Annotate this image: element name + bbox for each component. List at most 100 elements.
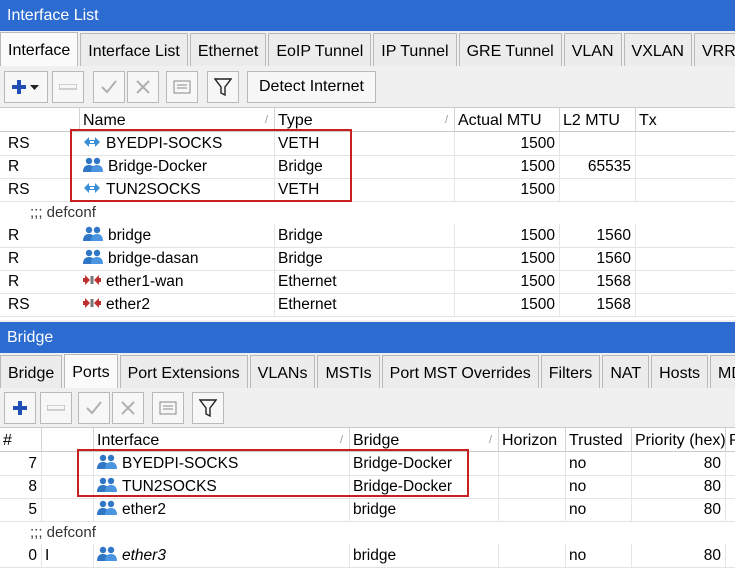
row-l2-mtu: 1568 (560, 293, 636, 316)
row-type: Bridge (275, 224, 455, 247)
row-number: 8 (0, 475, 42, 498)
ethernet-icon (83, 298, 101, 309)
comment-button[interactable] (152, 392, 184, 424)
tab-interface[interactable]: Interface (0, 32, 79, 66)
bridge-icon (83, 158, 103, 173)
row-l2-mtu: 1568 (560, 270, 636, 293)
add-dropdown-button[interactable] (4, 71, 48, 103)
row-priority: 80 (632, 498, 726, 521)
tab-mstis[interactable]: MSTIs (317, 355, 380, 388)
comment-button[interactable] (166, 71, 198, 103)
row-interface-text: BYEDPI-SOCKS (122, 455, 239, 472)
table-row[interactable]: RS BYEDPI-SOCKS VETH 1500 (0, 132, 735, 156)
row-priority: 80 (632, 475, 726, 498)
col-horizon[interactable]: Horizon (499, 428, 566, 451)
bridge-icon (83, 250, 103, 265)
enable-button[interactable] (93, 71, 125, 103)
table-row[interactable]: 0 Iether3 bridge no 80 (0, 544, 735, 568)
cross-icon (136, 80, 150, 94)
tab-filters[interactable]: Filters (540, 355, 601, 388)
sort-icon: / (444, 114, 448, 126)
table-row[interactable]: Rbridge Bridge 1500 1560 (0, 224, 735, 248)
tab-vxlan[interactable]: VXLAN (623, 33, 692, 66)
table-row[interactable]: R Bridge-Docker Bridge 1500 65535 (0, 155, 735, 179)
col-l2-mtu[interactable]: L2 MTU (560, 108, 636, 131)
remove-button[interactable] (40, 392, 72, 424)
col-interface[interactable]: Interface / (94, 428, 350, 451)
table-row[interactable]: RS TUN2SOCKS VETH 1500 (0, 178, 735, 202)
col-bridge[interactable]: Bridge / (350, 428, 499, 451)
col-priority[interactable]: Priority (hex) (632, 428, 726, 451)
tab-ports[interactable]: Ports (64, 354, 118, 388)
remove-button[interactable] (52, 71, 84, 103)
tab-ip-tunnel[interactable]: IP Tunnel (373, 33, 457, 66)
row-number: 0 (0, 544, 42, 567)
col-tx[interactable]: Tx (636, 108, 735, 131)
ethernet-icon (83, 275, 101, 286)
row-flags: R (8, 158, 20, 175)
row-actual-mtu: 1500 (455, 132, 560, 155)
tab-mdb[interactable]: MDB (710, 355, 735, 388)
enable-button[interactable] (78, 392, 110, 424)
add-button[interactable] (4, 392, 36, 424)
window-title: Interface List (0, 0, 735, 31)
tab-bridge[interactable]: Bridge (0, 355, 63, 388)
col-type[interactable]: Type / (275, 108, 455, 131)
row-bridge: Bridge-Docker (350, 452, 499, 475)
row-tx (636, 270, 735, 293)
veth-icon (84, 137, 100, 148)
row-actual-mtu: 1500 (455, 293, 560, 316)
filter-button[interactable] (207, 71, 239, 103)
tab-interface-list[interactable]: Interface List (80, 33, 188, 66)
comment-icon (173, 80, 191, 94)
filter-icon (214, 78, 232, 96)
row-p (726, 475, 735, 498)
filter-button[interactable] (192, 392, 224, 424)
table-row[interactable]: 5 ether2 bridge no 80 (0, 498, 735, 522)
row-interface: ether2 (94, 498, 350, 521)
row-tx (636, 178, 735, 201)
tab-port-extensions[interactable]: Port Extensions (119, 355, 248, 388)
disable-button[interactable] (127, 71, 159, 103)
row-interface: BYEDPI-SOCKS (94, 452, 350, 475)
tab-vrr[interactable]: VRR (693, 33, 735, 66)
detect-internet-button[interactable]: Detect Internet (247, 71, 376, 103)
row-trusted: no (566, 452, 632, 475)
check-icon (86, 401, 102, 415)
col-number[interactable]: # (0, 428, 42, 451)
col-p[interactable]: P (726, 428, 735, 451)
table-row[interactable]: Rether1-wan Ethernet 1500 1568 (0, 270, 735, 294)
table-row[interactable]: 7 BYEDPI-SOCKS Bridge-Docker no 80 (0, 452, 735, 476)
col-actual-mtu[interactable]: Actual MTU (455, 108, 560, 131)
table-header: # Interface / Bridge / Horizon Trusted Pri… (0, 428, 735, 452)
row-trusted: no (566, 544, 632, 567)
table-row[interactable]: RS ether2 Ethernet 1500 1568 (0, 293, 735, 317)
col-trusted[interactable]: Trusted (566, 428, 632, 451)
row-l2-mtu: 1560 (560, 247, 636, 270)
tab-vlans[interactable]: VLANs (249, 355, 316, 388)
row-type: Bridge (275, 247, 455, 270)
col-flags[interactable] (42, 428, 94, 451)
table-row[interactable]: 8 TUN2SOCKS Bridge-Docker no 80 (0, 475, 735, 499)
tab-nat[interactable]: NAT (602, 355, 650, 388)
tab-hosts[interactable]: Hosts (651, 355, 709, 388)
row-name-text: BYEDPI-SOCKS (106, 135, 223, 152)
row-name-text: ether1-wan (106, 273, 184, 290)
row-horizon (499, 544, 566, 567)
tab-eoip-tunnel[interactable]: EoIP Tunnel (268, 33, 372, 66)
row-interface-text: TUN2SOCKS (122, 478, 217, 495)
tab-gre-tunnel[interactable]: GRE Tunnel (458, 33, 562, 66)
disable-button[interactable] (112, 392, 144, 424)
col-name[interactable]: Name / (80, 108, 275, 131)
row-number: 5 (0, 498, 42, 521)
tab-port-mst-overrides[interactable]: Port MST Overrides (381, 355, 539, 388)
row-bridge: Bridge-Docker (350, 475, 499, 498)
tab-ethernet[interactable]: Ethernet (189, 33, 267, 66)
row-l2-mtu: 65535 (560, 155, 636, 178)
table-row[interactable]: Rbridge-dasan Bridge 1500 1560 (0, 247, 735, 271)
row-name: bridge (80, 224, 275, 247)
tab-vlan[interactable]: VLAN (563, 33, 622, 66)
check-icon (101, 80, 117, 94)
bridge-toolbar (0, 392, 735, 428)
sort-icon: / (339, 434, 343, 446)
